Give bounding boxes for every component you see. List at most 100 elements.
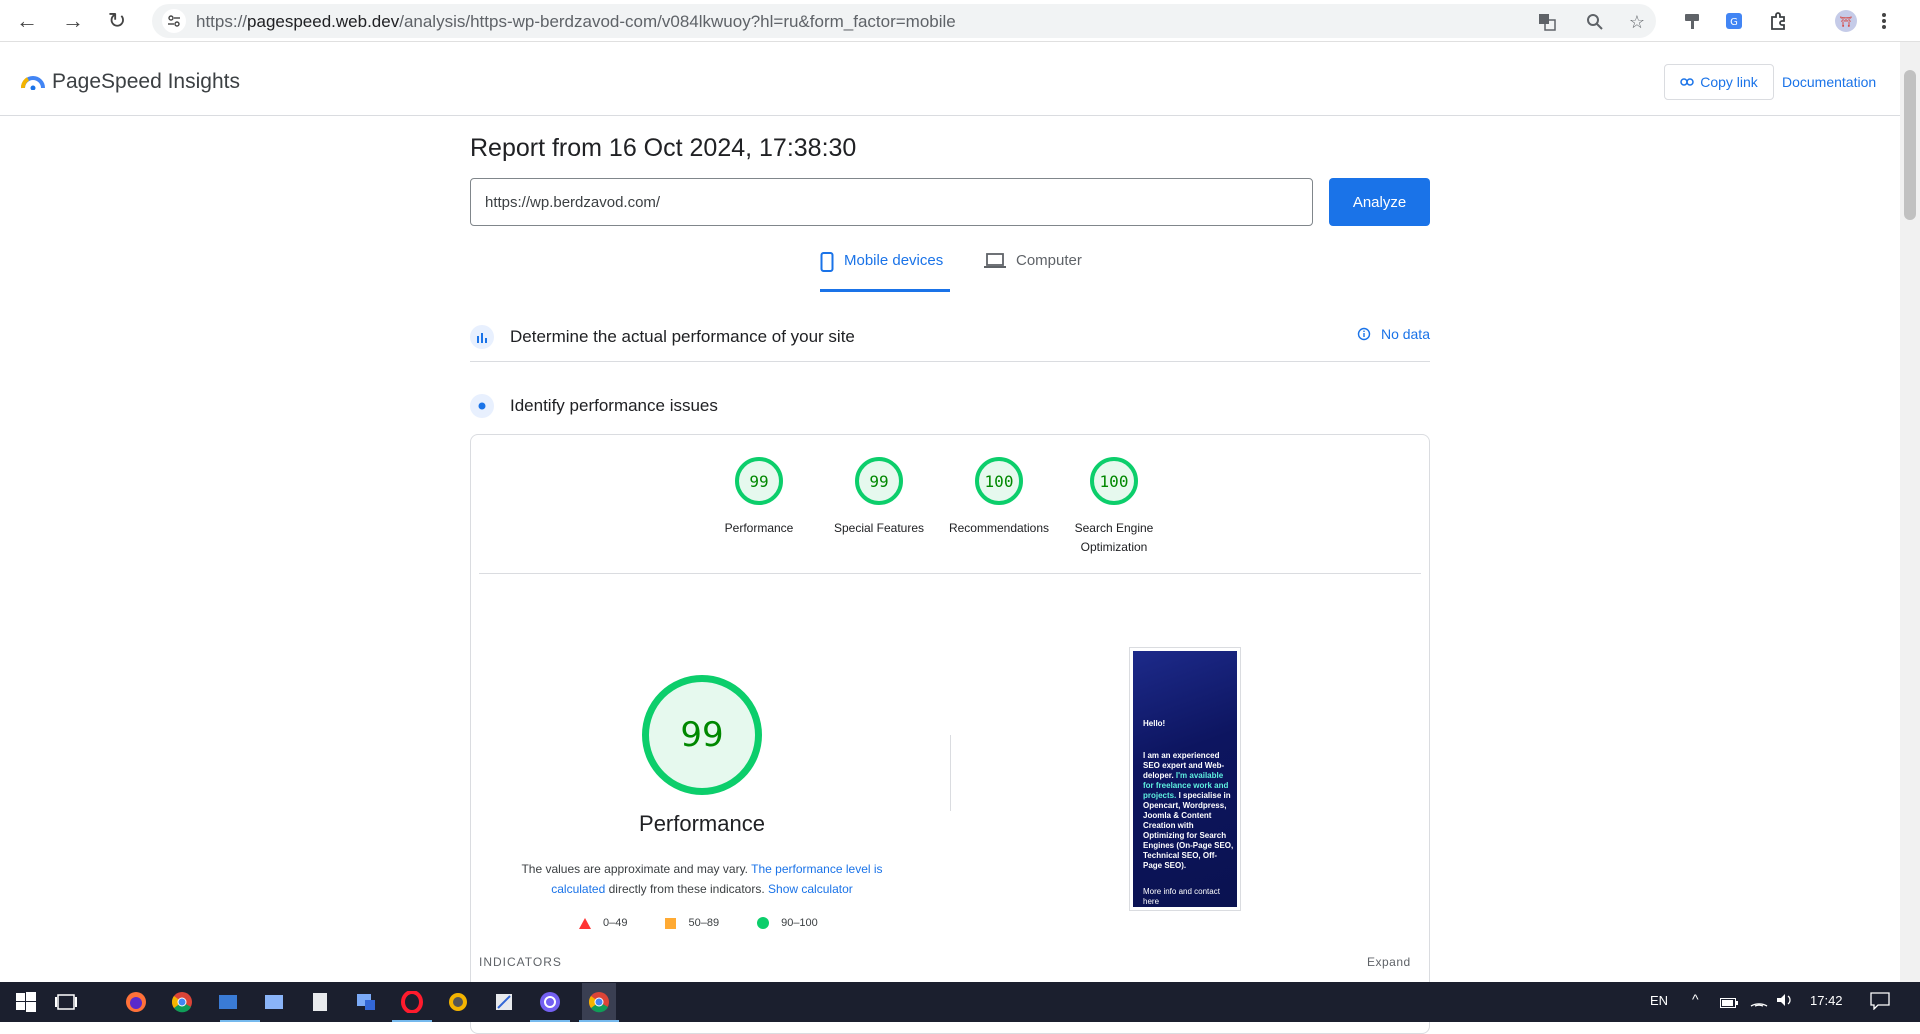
extension-translate-icon[interactable]: G (1722, 9, 1746, 33)
app-icon-1[interactable] (214, 988, 242, 1016)
score-value: 100 (975, 457, 1023, 505)
phone-icon (820, 252, 834, 272)
score-value: 99 (735, 457, 783, 505)
score-value: 99 (855, 457, 903, 505)
performance-note: The values are approximate and may vary.… (511, 859, 893, 899)
performance-title: Performance (639, 811, 765, 836)
report-title: Report from 16 Oct 2024, 17:38:30 (470, 134, 857, 162)
no-data-link[interactable]: No data (1357, 326, 1430, 342)
thumb-text-b: I specialise in Opencart, Wordpress, Joo… (1143, 791, 1234, 870)
windows-start-icon[interactable] (12, 988, 40, 1016)
documentation-link[interactable]: Documentation (1782, 74, 1876, 90)
opera-icon[interactable] (398, 988, 426, 1016)
laptop-icon (984, 253, 1006, 268)
note-text-2: directly from these indicators. (608, 882, 765, 896)
tab-computer[interactable]: Computer (984, 252, 1082, 292)
app-header: PageSpeed Insights Copy link Documentati… (0, 42, 1900, 116)
note-text-1: The values are approximate and may vary. (521, 862, 749, 876)
expand-button[interactable]: Expand (1367, 955, 1411, 969)
extension-paint-icon[interactable] (1680, 9, 1704, 33)
copy-link-label: Copy link (1700, 74, 1758, 90)
field-data-title: Determine the actual performance of your… (510, 326, 855, 346)
thumb-text: I am an experienced SEO expert and Web-d… (1143, 751, 1235, 871)
legend-item-average: 50–89 (665, 917, 719, 929)
clock[interactable]: 17:42 (1810, 993, 1843, 1008)
legend-range: 50–89 (688, 917, 720, 929)
lab-data-section: Identify performance issues (470, 386, 1430, 426)
legend-item-fail: 0–49 (579, 917, 627, 929)
score-gauge-performance[interactable]: 99 Performance (699, 457, 819, 538)
app-icon-3[interactable] (306, 988, 334, 1016)
reload-icon[interactable]: ↻ (102, 6, 132, 36)
app-icon-6[interactable] (490, 988, 518, 1016)
svg-text:G: G (1730, 17, 1738, 28)
viber-icon[interactable] (536, 988, 564, 1016)
legend-range: 90–100 (781, 917, 818, 929)
score-label: Special Features (833, 521, 925, 535)
os-taskbar: EN ^ 17:42 (0, 982, 1920, 1022)
field-data-section[interactable]: Determine the actual performance of your… (470, 312, 1430, 362)
score-gauge-best-practices[interactable]: 100 Recommendations (939, 457, 1059, 538)
profile-avatar-icon[interactable]: ⛩ (1834, 9, 1858, 33)
browser-toolbar: ← → ↻ https://pagespeed.web.dev/analysis… (0, 0, 1920, 42)
chevron-up-icon[interactable]: ^ (1692, 991, 1699, 1007)
score-gauge-seo[interactable]: 100 Search Engine Optimization (1059, 457, 1169, 557)
page-scrollbar[interactable] (1900, 42, 1920, 982)
wifi-icon[interactable] (1750, 993, 1768, 1012)
scrollbar-thumb[interactable] (1904, 70, 1916, 220)
square-icon (665, 917, 677, 929)
site-info-icon[interactable] (162, 9, 186, 33)
address-bar[interactable]: https://pagespeed.web.dev/analysis/https… (152, 4, 1656, 38)
show-calculator-link[interactable]: Show calculator (768, 882, 853, 896)
lab-data-title: Identify performance issues (510, 396, 718, 415)
firefox-icon[interactable] (122, 988, 150, 1016)
bookmark-star-icon[interactable]: ☆ (1626, 11, 1648, 33)
app-icon-4[interactable] (352, 988, 380, 1016)
legend-range: 0–49 (603, 917, 628, 929)
browser-menu-icon[interactable] (1872, 9, 1896, 33)
score-value: 100 (1090, 457, 1138, 505)
link-icon (1680, 78, 1694, 86)
tab-computer-label: Computer (1016, 252, 1082, 269)
score-legend: 0–49 50–89 90–100 (579, 917, 818, 929)
info-icon (1357, 327, 1371, 341)
url-text: https://pagespeed.web.dev/analysis/https… (196, 12, 956, 31)
thumb-hello: Hello! (1143, 719, 1166, 728)
chrome-active-icon[interactable] (582, 983, 616, 1021)
back-icon[interactable]: ← (12, 6, 42, 36)
tab-mobile-devices[interactable]: Mobile devices (820, 252, 950, 292)
pagespeed-logo-icon (21, 76, 45, 90)
vertical-divider (950, 735, 951, 811)
app-icon-2[interactable] (260, 988, 288, 1016)
screenshot-image: Hello! I am an experienced SEO expert an… (1133, 651, 1237, 907)
notification-center-icon[interactable] (1870, 992, 1890, 1015)
score-gauge-accessibility[interactable]: 99 Special Features (819, 457, 939, 538)
url-input[interactable] (470, 178, 1313, 226)
legend-item-pass: 90–100 (757, 917, 818, 929)
score-label: Recommendations (948, 521, 1050, 535)
task-view-icon[interactable] (52, 988, 80, 1016)
no-data-label: No data (1380, 326, 1430, 342)
triangle-icon (579, 917, 591, 929)
input-language[interactable]: EN (1650, 993, 1668, 1008)
chrome-icon[interactable] (168, 988, 196, 1016)
indicators-label: INDICATORS (479, 955, 562, 969)
app-icon-5[interactable] (444, 988, 472, 1016)
translate-icon[interactable] (1536, 11, 1558, 33)
divider (479, 573, 1421, 574)
performance-big-gauge: 99 (642, 675, 762, 795)
svg-text:⛩: ⛩ (1840, 16, 1853, 28)
app-title: PageSpeed Insights (52, 70, 240, 93)
circle-icon (757, 917, 770, 929)
final-screenshot-thumbnail[interactable]: Hello! I am an experienced SEO expert an… (1129, 647, 1241, 911)
battery-icon[interactable] (1720, 995, 1738, 1013)
zoom-icon[interactable] (1584, 11, 1606, 33)
forward-icon[interactable]: → (58, 6, 88, 36)
analyze-button[interactable]: Analyze (1329, 178, 1430, 226)
scores-card: 99 Performance 99 Special Features 100 R… (470, 434, 1430, 1034)
tab-mobile-label: Mobile devices (844, 252, 944, 269)
volume-icon[interactable] (1776, 993, 1794, 1012)
lab-flask-icon (470, 394, 494, 418)
extensions-puzzle-icon[interactable] (1766, 9, 1790, 33)
copy-link-button[interactable]: Copy link (1664, 64, 1774, 100)
